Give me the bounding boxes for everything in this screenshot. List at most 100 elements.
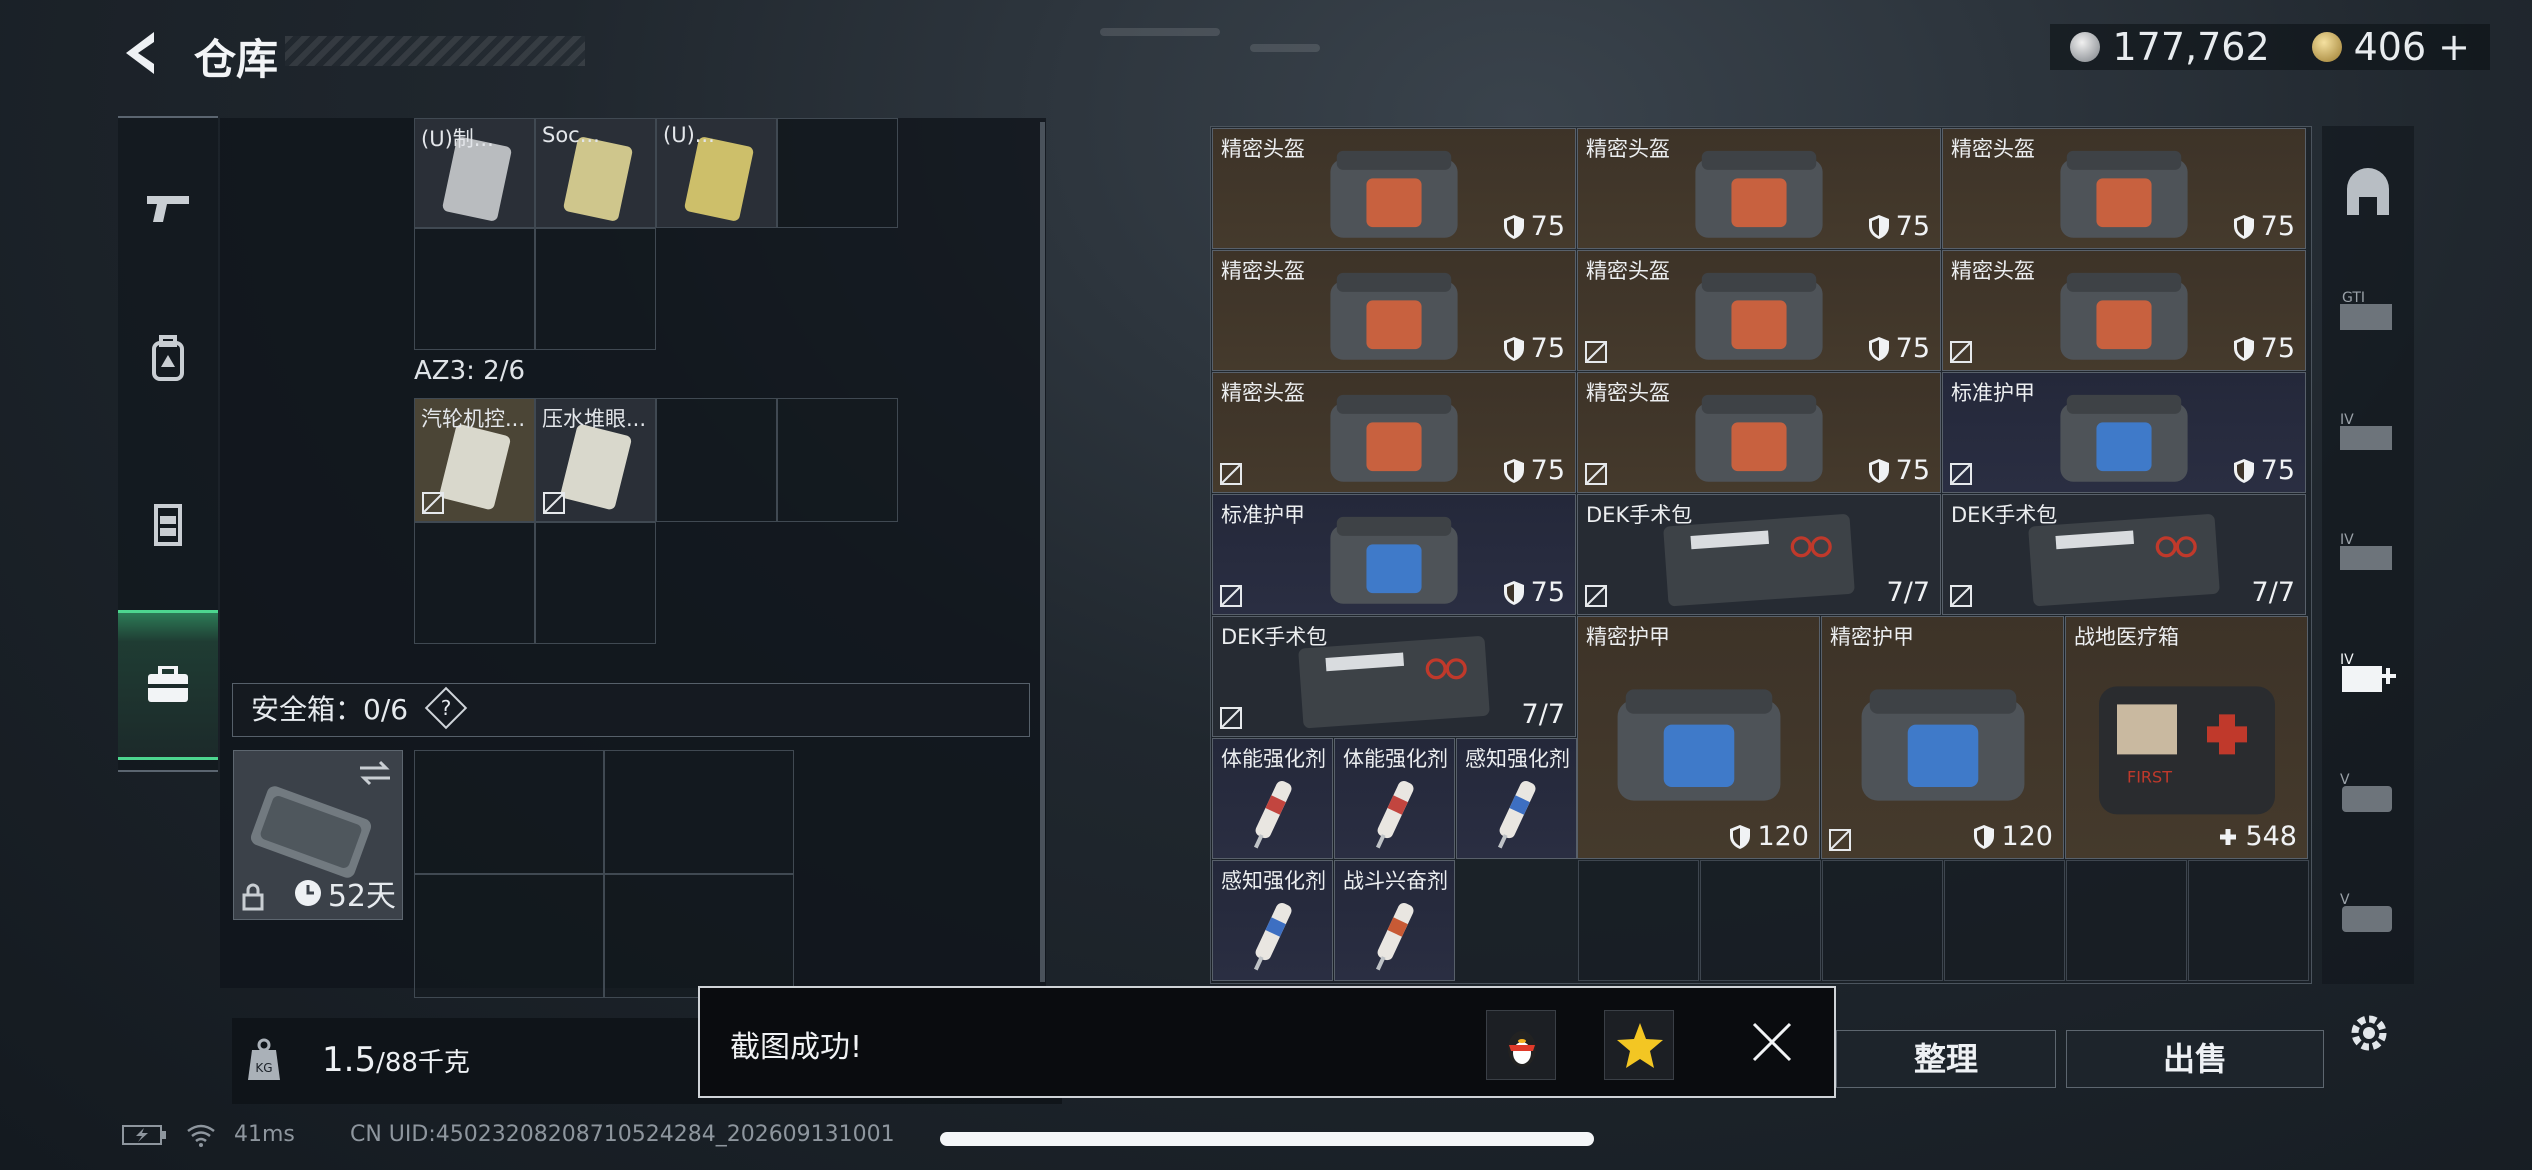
help-icon[interactable]: ? (424, 686, 468, 730)
item-value: 75 (1868, 211, 1930, 242)
item-name: 精密护甲 (1586, 625, 1670, 649)
no-trade-icon (1585, 463, 1607, 485)
rnav-tier-4b[interactable]: IV (2322, 506, 2414, 602)
inventory-item[interactable]: DEK手术包 7/7 (1577, 494, 1941, 615)
empty-slot[interactable] (414, 522, 535, 644)
nav-gear[interactable] (118, 284, 218, 434)
durability-shield-icon (1868, 214, 1889, 239)
inventory-item[interactable]: 标准护甲 75 (1942, 372, 2306, 493)
no-trade-icon (1950, 463, 1972, 485)
empty-slot[interactable] (1822, 860, 1943, 981)
inventory-item[interactable]: 体能强化剂 (1212, 738, 1333, 859)
sell-button[interactable]: 出售 (2066, 1030, 2324, 1088)
empty-slot[interactable] (1700, 860, 1821, 981)
silver-coin-icon (2070, 32, 2101, 62)
durability-shield-icon (1503, 336, 1524, 361)
rnav-tier-4a[interactable]: IV (2322, 386, 2414, 482)
container-item[interactable]: 汽轮机控... (414, 398, 535, 522)
currency-bar: 177,762 406 + (2050, 24, 2490, 70)
empty-slot[interactable] (2188, 860, 2309, 981)
backpack-icon (152, 335, 184, 381)
durability-shield-icon (1503, 214, 1524, 239)
item-name: 感知强化剂 (1221, 869, 1326, 893)
rnav-tier-2[interactable]: GTI (2322, 266, 2414, 362)
empty-slot[interactable] (1944, 860, 2065, 981)
empty-slot[interactable] (604, 874, 794, 998)
gold-amount: 406 (2353, 25, 2427, 69)
inventory-item[interactable]: 精密护甲 120 (1821, 616, 2064, 859)
container-item[interactable]: 压水堆眼... (535, 398, 656, 522)
container-item[interactable]: (U)... (656, 118, 777, 228)
bg-streak (1100, 28, 1220, 36)
nav-weapons[interactable] (118, 134, 218, 284)
home-indicator[interactable] (940, 1132, 1594, 1146)
durability-shield-icon (1974, 824, 1995, 849)
item-name: 标准护甲 (1951, 381, 2035, 405)
pistol-icon (147, 196, 189, 222)
medical-kit-item[interactable]: FIRST 战地医疗箱 548 (2065, 616, 2308, 859)
organize-button[interactable]: 整理 (1836, 1030, 2056, 1088)
svg-text:V: V (2340, 772, 2350, 788)
item-value: 120 (1973, 821, 2053, 852)
settings-gear-icon[interactable] (2346, 1010, 2392, 1056)
inventory-item[interactable]: 感知强化剂 (1456, 738, 1577, 859)
item-image (1617, 688, 1780, 801)
inventory-item[interactable]: 精密护甲 120 (1577, 616, 1820, 859)
swap-icon[interactable] (358, 759, 392, 787)
share-qq-button[interactable] (1486, 1010, 1556, 1080)
svg-text:KG: KG (255, 1061, 272, 1075)
back-arrow-icon[interactable] (118, 28, 162, 78)
empty-slot[interactable] (1578, 860, 1699, 981)
empty-slot[interactable] (535, 228, 656, 350)
empty-slot[interactable] (2066, 860, 2187, 981)
empty-slot[interactable] (777, 398, 898, 522)
container-item[interactable]: Soc... (535, 118, 656, 228)
rnav-tier-4-medical[interactable]: IV (2322, 626, 2414, 722)
gear-tier-icon: IV (2340, 532, 2392, 570)
empty-slot[interactable] (604, 750, 794, 874)
empty-slot[interactable] (414, 874, 604, 998)
item-name: 精密头盔 (1586, 381, 1670, 405)
empty-slot[interactable] (414, 750, 604, 874)
left-scrollbar[interactable] (1040, 122, 1045, 982)
rnav-tier-5a[interactable]: V (2322, 746, 2414, 842)
nav-vest[interactable] (118, 450, 218, 600)
status-bar: 41ms (122, 1122, 295, 1147)
nav-case[interactable] (118, 610, 218, 760)
close-icon[interactable] (1750, 1020, 1794, 1064)
item-value: 75 (2233, 211, 2295, 242)
inventory-item[interactable]: 精密头盔 75 (1577, 128, 1941, 249)
empty-slot[interactable] (656, 398, 777, 522)
inventory-item[interactable]: 精密头盔 75 (1942, 250, 2306, 371)
page-title: 仓库 (194, 35, 279, 84)
inventory-item[interactable]: 精密头盔 75 (1212, 128, 1576, 249)
inventory-category-nav: GTI IV IV IV V V (2322, 126, 2414, 984)
inventory-item[interactable]: 战斗兴奋剂 (1334, 860, 1455, 981)
inventory-item[interactable]: 精密头盔 75 (1577, 372, 1941, 493)
gear-tier-icon: GTI (2340, 290, 2392, 330)
container-item[interactable]: (U)制... (414, 118, 535, 228)
inventory-item[interactable]: 精密头盔 75 (1942, 128, 2306, 249)
inventory-item[interactable]: 体能强化剂 (1334, 738, 1455, 859)
inventory-item[interactable]: 感知强化剂 (1212, 860, 1333, 981)
item-name: DEK手术包 (1951, 503, 2058, 527)
inventory-item[interactable]: DEK手术包 7/7 (1212, 616, 1576, 737)
inventory-item[interactable]: DEK手术包 7/7 (1942, 494, 2306, 615)
rnav-armor[interactable] (2322, 146, 2414, 242)
injector-icon (1253, 780, 1292, 849)
share-qzone-button[interactable] (1604, 1010, 1674, 1080)
item-image: FIRST (2098, 685, 2275, 814)
lock-icon (242, 883, 264, 911)
inventory-item[interactable]: 精密头盔 75 (1212, 372, 1576, 493)
empty-slot[interactable] (414, 228, 535, 350)
inventory-item[interactable]: 精密头盔 75 (1212, 250, 1576, 371)
inventory-item[interactable]: 精密头盔 75 (1577, 250, 1941, 371)
inventory-item[interactable]: 标准护甲 75 (1212, 494, 1576, 615)
empty-slot[interactable] (535, 522, 656, 644)
rnav-tier-5b[interactable]: V (2322, 866, 2414, 962)
item-image (1330, 516, 1458, 604)
empty-slot[interactable] (777, 118, 898, 228)
no-trade-icon (1585, 341, 1607, 363)
safebox-case[interactable]: 52天 (233, 750, 403, 920)
add-currency-button[interactable]: + (2438, 25, 2470, 69)
